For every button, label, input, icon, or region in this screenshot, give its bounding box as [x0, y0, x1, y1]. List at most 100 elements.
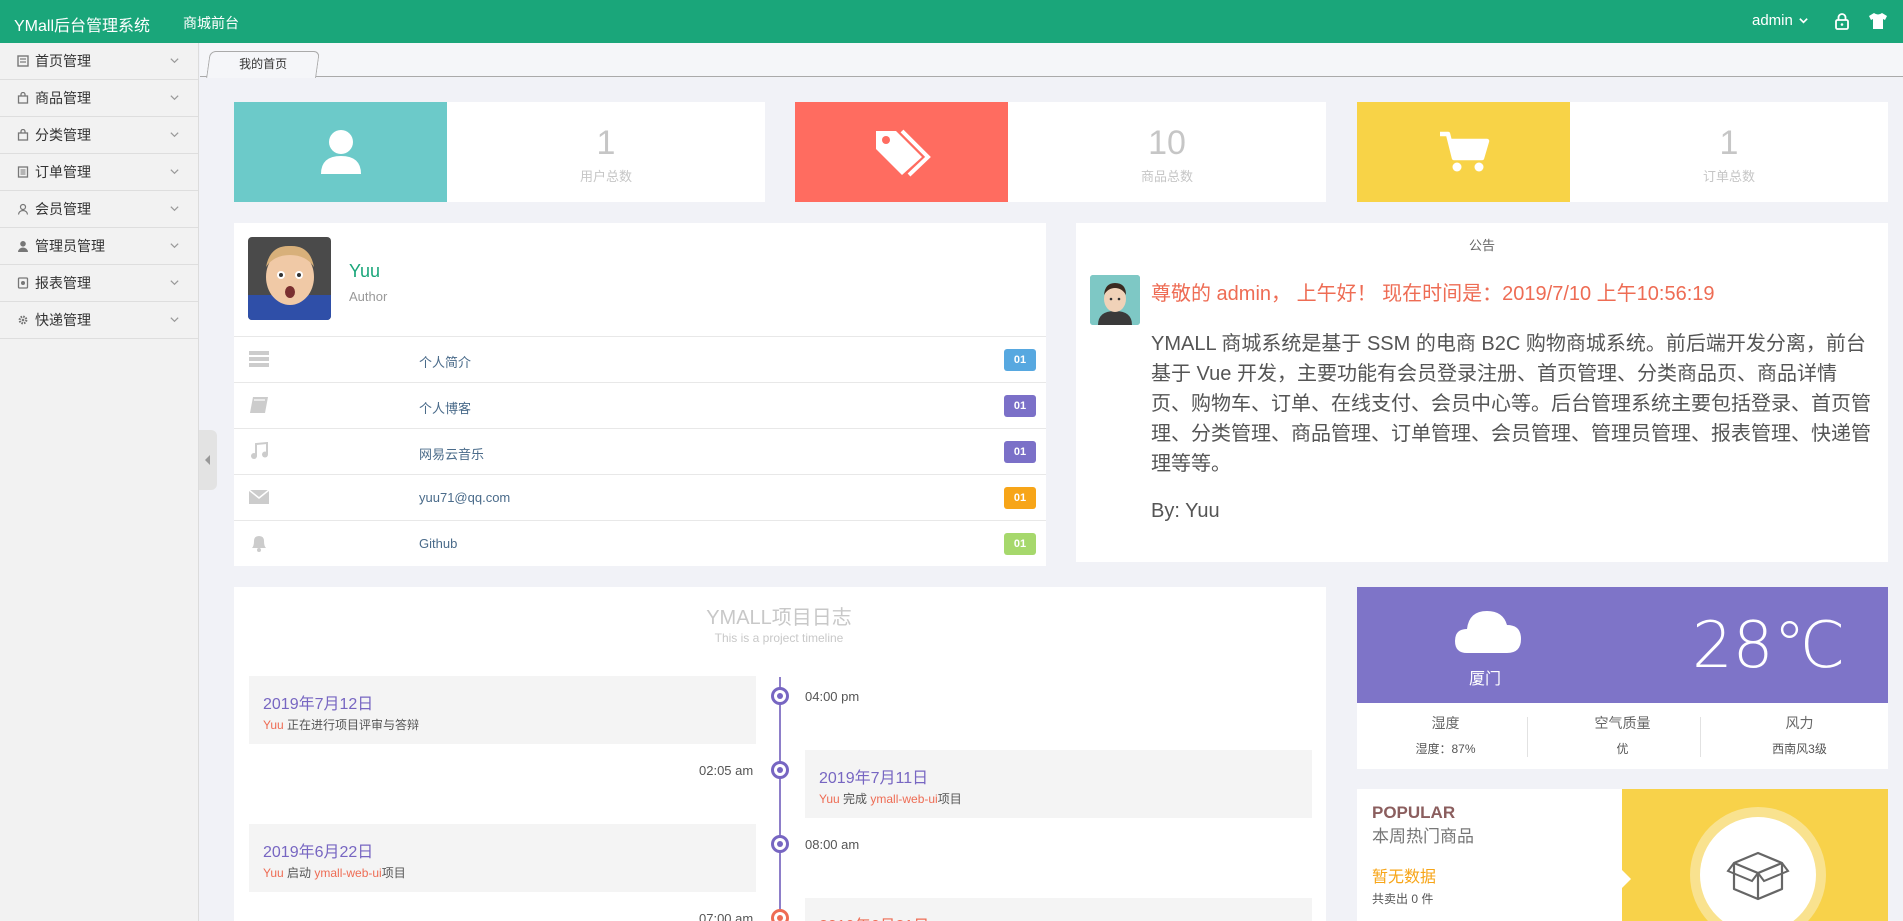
profile-row-label: 个人博客	[419, 401, 472, 416]
top-navbar: YMall后台管理系统 商城前台 admin	[0, 0, 1903, 43]
chevron-down-icon	[170, 280, 179, 286]
notice-author: By: Yuu	[1151, 500, 1220, 522]
sidebar-item-orders[interactable]: 订单管理	[0, 154, 198, 191]
weather-wind: 风力 西南风3级	[1711, 713, 1888, 757]
profile-row-intro[interactable]: 个人简介 01	[234, 337, 1046, 383]
order-count: 1	[1719, 124, 1739, 162]
weather-air-quality: 空气质量 优	[1534, 713, 1711, 757]
product-count-label: 商品总数	[1140, 169, 1193, 184]
sidebar-item-categories[interactable]: 分类管理	[0, 117, 198, 154]
chevron-down-icon	[170, 206, 179, 212]
sidebar-item-express[interactable]: 快递管理	[0, 302, 198, 339]
cloud-icon	[1455, 611, 1521, 653]
timeline-desc: Yuu 正在进行项目评审与答辩	[263, 718, 420, 732]
popular-subtitle: 本周热门商品	[1372, 827, 1474, 846]
chevron-down-icon	[170, 95, 179, 101]
sidebar-item-label: 商品管理	[35, 90, 91, 106]
sidebar-collapse-toggle[interactable]	[199, 430, 217, 490]
chevron-down-icon	[170, 169, 179, 175]
report-icon	[16, 277, 29, 290]
weather-humidity: 湿度 湿度：87%	[1357, 713, 1534, 757]
profile-role: Author	[349, 289, 388, 304]
notice-avatar	[1090, 275, 1140, 325]
chevron-down-icon	[1799, 18, 1808, 24]
sidebar-item-reports[interactable]: 报表管理	[0, 265, 198, 302]
sidebar-item-label: 订单管理	[35, 164, 91, 180]
notice-body: YMALL 商城系统是基于 SSM 的电商 B2C 购物商城系统。前后端开发分离…	[1151, 333, 1871, 475]
home-icon	[16, 55, 29, 68]
air-quality-label: 空气质量	[1594, 715, 1651, 731]
book-icon	[250, 397, 268, 413]
sidebar-item-label: 首页管理	[35, 53, 91, 69]
stat-card-products: 10 商品总数	[795, 102, 1326, 202]
tags-icon	[875, 129, 931, 177]
tab-bar: 我的首页	[200, 43, 1903, 78]
notice-title: 公告	[1468, 238, 1495, 253]
profile-row-music[interactable]: 网易云音乐 01	[234, 429, 1046, 475]
chevron-down-icon	[170, 243, 179, 249]
timeline-desc: Yuu 启动 ymall-web-ui项目	[263, 866, 406, 880]
user-icon	[16, 240, 29, 253]
tab-my-home[interactable]: 我的首页	[206, 51, 320, 78]
timeline-axis	[779, 677, 781, 921]
front-store-link[interactable]: 商城前台	[183, 13, 239, 33]
timeline-date: 2019年6月21日	[819, 912, 929, 921]
count-badge: 01	[1004, 395, 1036, 417]
timeline-card: YMALL项目日志 This is a project timeline 201…	[234, 587, 1326, 921]
bag-icon	[16, 129, 29, 142]
air-quality-value: 优	[1616, 742, 1629, 756]
timeline-event: 2019年7月12日 Yuu 正在进行项目评审与答辩	[249, 676, 756, 744]
sidebar-item-home[interactable]: 首页管理	[0, 43, 198, 80]
sidebar-item-products[interactable]: 商品管理	[0, 80, 198, 117]
stat-card-orders: 1 订单总数	[1357, 102, 1888, 202]
timeline-author: Yuu	[819, 792, 840, 806]
profile-row-email[interactable]: yuu71@qq.com 01	[234, 475, 1046, 521]
order-count-label: 订单总数	[1702, 169, 1755, 184]
sidebar: 首页管理 商品管理 分类管理 订单管理 会员管理 管理员管理 报表管理 快递管理	[0, 43, 199, 921]
popular-title: POPULAR	[1372, 803, 1456, 822]
timeline-date: 2019年6月22日	[263, 844, 374, 861]
profile-row-blog[interactable]: 个人博客 01	[234, 383, 1046, 429]
count-badge: 01	[1004, 441, 1036, 463]
wind-value: 西南风3级	[1772, 742, 1827, 756]
profile-row-label: Github	[419, 536, 458, 551]
profile-row-github[interactable]: Github 01	[234, 521, 1046, 567]
weather-city: 厦门	[1469, 671, 1502, 688]
gear-icon	[16, 314, 29, 327]
user-count-label: 用户总数	[579, 169, 632, 184]
chevron-down-icon	[170, 317, 179, 323]
theme-shirt-icon[interactable]	[1868, 12, 1888, 30]
divider	[1527, 717, 1528, 757]
popular-circle	[1700, 817, 1816, 921]
timeline-link[interactable]: ymall-web-ui	[314, 866, 381, 880]
sidebar-item-label: 管理员管理	[35, 238, 105, 254]
list-icon	[16, 166, 29, 179]
weather-temperature: 28℃	[1692, 609, 1846, 683]
sidebar-item-members[interactable]: 会员管理	[0, 191, 198, 228]
timeline-author: Yuu	[263, 866, 284, 880]
user-icon	[320, 130, 361, 174]
timeline-date: 2019年7月12日	[263, 696, 374, 713]
app-title[interactable]: YMall后台管理系统	[14, 12, 150, 36]
timeline-link[interactable]: ymall-web-ui	[870, 792, 937, 806]
sidebar-item-admins[interactable]: 管理员管理	[0, 228, 198, 265]
popular-card: POPULAR 本周热门商品 暂无数据 共卖出 0 件	[1357, 789, 1888, 921]
timeline-event: 2019年6月21日	[805, 898, 1312, 921]
username: admin	[1752, 12, 1793, 29]
timeline-date: 2019年7月11日	[819, 770, 929, 787]
timeline-author: Yuu	[263, 718, 284, 732]
timeline-dot	[771, 687, 789, 705]
sidebar-item-label: 分类管理	[35, 127, 91, 143]
user-menu[interactable]: admin	[1752, 12, 1809, 29]
lock-icon[interactable]	[1834, 12, 1850, 30]
popular-sold-count: 共卖出 0 件	[1372, 892, 1434, 906]
user-count: 1	[596, 124, 616, 162]
timeline-subtitle: This is a project timeline	[714, 631, 844, 645]
timeline-dot	[771, 761, 789, 779]
stat-icon-box	[1357, 102, 1570, 202]
profile-row-label: yuu71@qq.com	[419, 490, 511, 505]
user-outline-icon	[16, 203, 29, 216]
count-badge: 01	[1004, 349, 1036, 371]
profile-row-label: 网易云音乐	[419, 447, 485, 462]
count-badge: 01	[1004, 533, 1036, 555]
